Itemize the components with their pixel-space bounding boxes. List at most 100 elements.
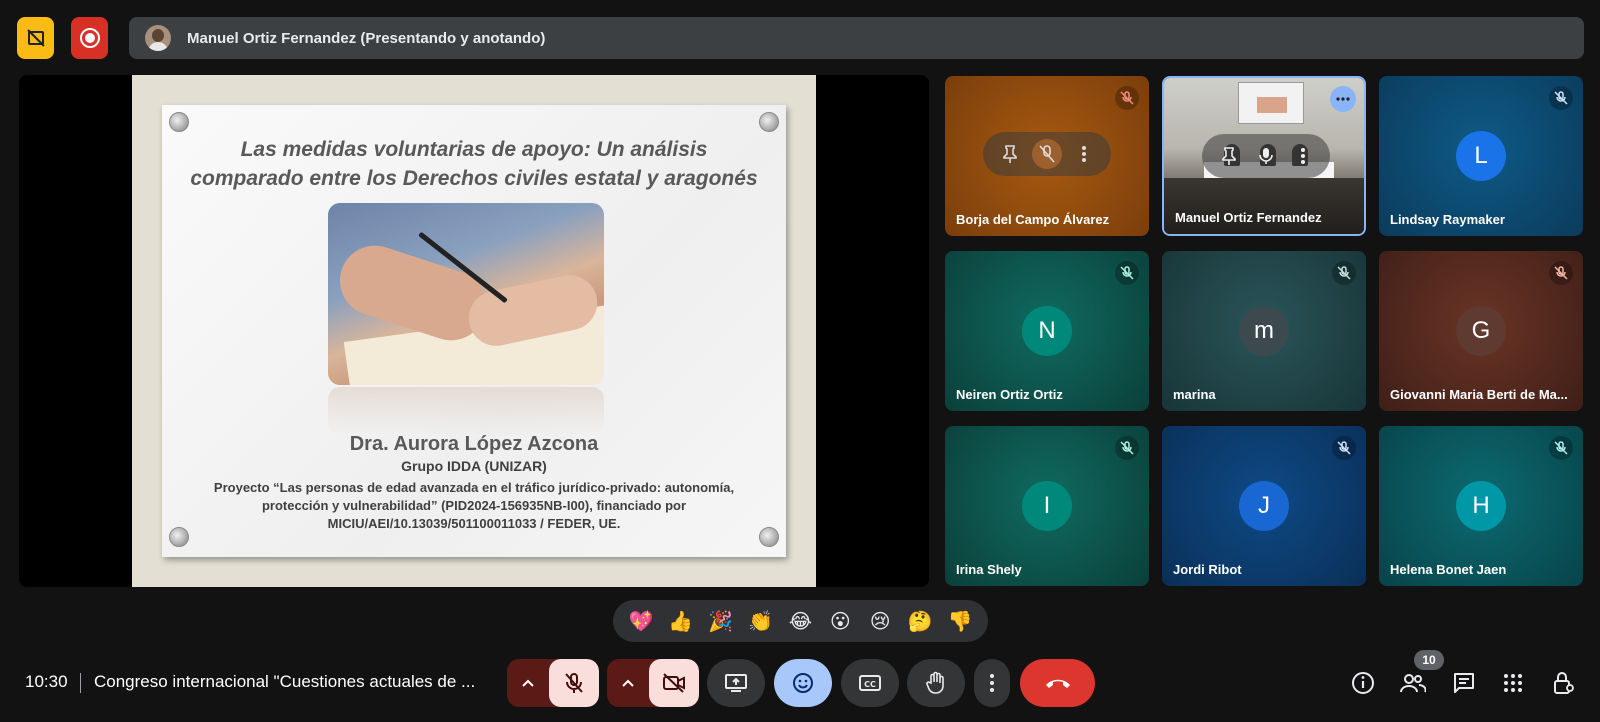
participant-name: Neiren Ortiz Ortiz <box>956 387 1063 402</box>
participant-avatar: I <box>1022 481 1072 531</box>
participant-tile[interactable]: G Giovanni Maria Berti de Ma... <box>1379 251 1583 411</box>
screw-decoration <box>169 527 189 547</box>
raise-hand-button[interactable] <box>907 659 965 707</box>
reaction-laugh[interactable]: 😂 <box>782 609 818 633</box>
participant-tile[interactable]: I Irina Shely <box>945 426 1149 586</box>
mic-control-group <box>507 659 599 707</box>
clock: 10:30 <box>25 672 68 691</box>
presentation-stage[interactable]: Las medidas voluntarias de apoyo: Un aná… <box>19 75 929 587</box>
recording-button[interactable] <box>71 17 108 59</box>
mic-off-icon <box>1549 436 1573 460</box>
slide-project-line: protección y vulnerabilidad” (PID2024-15… <box>261 498 687 513</box>
present-screen-button[interactable] <box>707 659 765 707</box>
hand-icon <box>926 671 944 694</box>
pin-icon[interactable] <box>995 139 1025 169</box>
people-count-badge: 10 <box>1414 650 1444 670</box>
more-options-icon[interactable] <box>1288 141 1318 171</box>
screw-decoration <box>759 527 779 547</box>
meeting-info-button[interactable] <box>1347 667 1379 699</box>
mic-off-icon <box>1332 261 1356 285</box>
more-options-icon[interactable] <box>1069 139 1099 169</box>
reactions-button[interactable] <box>774 659 832 707</box>
chat-button[interactable] <box>1448 667 1480 699</box>
video-off-icon[interactable] <box>1031 139 1062 169</box>
mic-off-icon <box>1332 436 1356 460</box>
reaction-thumbs-down[interactable]: 👎 <box>942 609 978 633</box>
participant-name: Jordi Ribot <box>1173 562 1242 577</box>
people-button[interactable] <box>1397 667 1429 699</box>
more-options-button[interactable] <box>974 659 1010 707</box>
captions-button[interactable]: CC <box>841 659 899 707</box>
screw-decoration <box>759 112 779 132</box>
camera-control-group <box>607 659 699 707</box>
reaction-thinking[interactable]: 🤔 <box>902 609 938 633</box>
reactions-bar: 💖 👍 🎉 👏 😂 😮 😢 🤔 👎 <box>613 600 988 642</box>
activities-button[interactable] <box>1497 667 1529 699</box>
participant-name: Borja del Campo Álvarez <box>956 212 1110 227</box>
chevron-up-icon <box>522 679 534 687</box>
layout-toggle-button[interactable] <box>17 17 54 59</box>
slide-project-line: Proyecto “Las personas de edad avanzada … <box>213 480 735 495</box>
participant-avatar: m <box>1239 306 1289 356</box>
slide-project-line: MICIU/AEI/10.13039/501100011033 / FEDER,… <box>327 516 621 531</box>
audio-options-button[interactable] <box>507 659 549 707</box>
divider <box>80 673 81 693</box>
camera-toggle-button[interactable] <box>649 659 699 707</box>
meeting-title: Congreso internacional "Cuestiones actua… <box>94 672 476 691</box>
mic-off-icon <box>1549 261 1573 285</box>
slide-title: Las medidas voluntarias de apoyo: Un aná… <box>162 135 786 193</box>
host-controls-button[interactable] <box>1548 667 1580 699</box>
pin-icon[interactable] <box>1214 141 1244 171</box>
info-icon <box>1352 672 1374 694</box>
participant-tile[interactable]: J Jordi Ribot <box>1162 426 1366 586</box>
reaction-thumbs-up[interactable]: 👍 <box>663 609 699 633</box>
more-options-badge[interactable] <box>1330 86 1356 112</box>
meet-window: Manuel Ortiz Fernandez (Presentando y an… <box>0 0 1600 722</box>
participant-name: Lindsay Raymaker <box>1390 212 1505 227</box>
presenter-status-text: Manuel Ortiz Fernandez (Presentando y an… <box>187 29 546 47</box>
camera-off-icon <box>663 673 685 693</box>
leave-call-button[interactable] <box>1020 659 1095 707</box>
slide-group: Grupo IDDA (UNIZAR) <box>401 458 547 474</box>
reaction-party[interactable]: 🎉 <box>703 609 739 633</box>
chat-icon <box>1454 673 1474 693</box>
reaction-surprised[interactable]: 😮 <box>822 609 858 633</box>
participant-name: Manuel Ortiz Fernandez <box>1175 210 1322 225</box>
participant-avatar: H <box>1456 481 1506 531</box>
reaction-clap[interactable]: 👏 <box>743 609 779 633</box>
participant-tile[interactable]: H Helena Bonet Jaen <box>1379 426 1583 586</box>
presenter-avatar <box>145 25 171 51</box>
mic-toggle-button[interactable] <box>549 659 599 707</box>
participant-name: Helena Bonet Jaen <box>1390 562 1507 577</box>
participant-tile[interactable]: m marina <box>1162 251 1366 411</box>
slide-project: Proyecto “Las personas de edad avanzada … <box>202 479 746 533</box>
participant-tile[interactable]: Borja del Campo Álvarez <box>945 76 1149 236</box>
participant-tile-active-speaker[interactable]: Manuel Ortiz Fernandez <box>1162 76 1366 236</box>
emoji-icon <box>793 673 813 693</box>
reaction-heart[interactable]: 💖 <box>623 609 659 633</box>
participant-tile[interactable]: N Neiren Ortiz Ortiz <box>945 251 1149 411</box>
participant-name: Irina Shely <box>956 562 1022 577</box>
slide-title-line: Las medidas voluntarias de apoyo: Un aná… <box>240 138 708 161</box>
svg-text:CC: CC <box>864 680 876 689</box>
chevron-up-icon <box>622 679 634 687</box>
more-vert-icon <box>990 674 994 692</box>
mic-off-icon <box>565 673 583 693</box>
participant-name: marina <box>1173 387 1216 402</box>
captions-icon: CC <box>859 675 881 691</box>
lock-person-icon <box>1554 672 1574 694</box>
participant-tile[interactable]: L Lindsay Raymaker <box>1379 76 1583 236</box>
mic-icon[interactable] <box>1251 141 1281 171</box>
mic-off-icon <box>1115 86 1139 110</box>
people-icon <box>1400 674 1426 693</box>
presenter-bar[interactable]: Manuel Ortiz Fernandez (Presentando y an… <box>129 17 1584 59</box>
participant-avatar: L <box>1456 131 1506 181</box>
participant-avatar: J <box>1239 481 1289 531</box>
record-icon <box>79 28 100 48</box>
mic-off-icon <box>1115 261 1139 285</box>
video-options-button[interactable] <box>607 659 649 707</box>
slide-author: Dra. Aurora López Azcona <box>349 433 599 455</box>
reaction-sad[interactable]: 😢 <box>862 609 898 633</box>
slide-photo-signing-hands <box>328 203 604 385</box>
photo-reflection <box>328 387 604 435</box>
